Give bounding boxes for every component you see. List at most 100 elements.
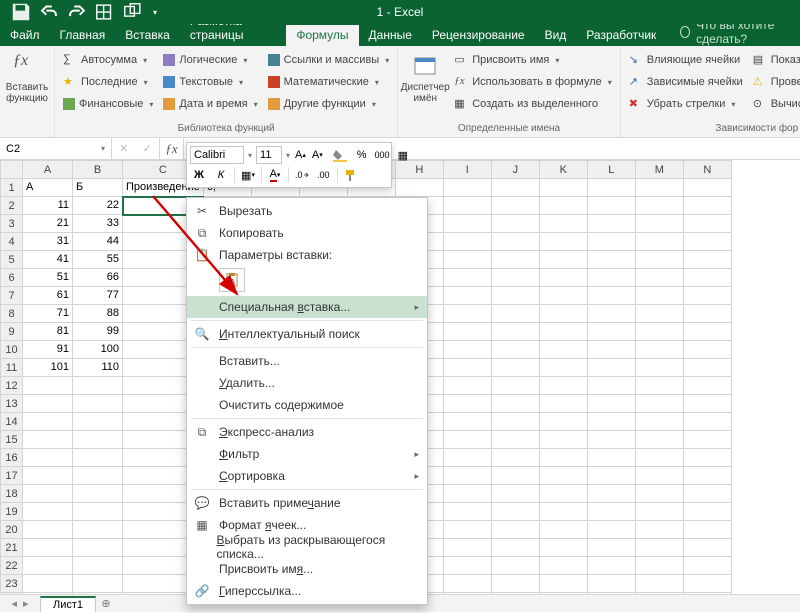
cell[interactable] <box>683 395 731 413</box>
cell[interactable] <box>23 485 73 503</box>
cell[interactable] <box>635 269 683 287</box>
use-in-formula-button[interactable]: ƒxИспользовать в формуле <box>450 72 616 92</box>
col-header[interactable]: M <box>635 161 683 179</box>
cell[interactable]: 81 <box>23 323 73 341</box>
cell[interactable]: 101 <box>23 359 73 377</box>
cell[interactable] <box>683 251 731 269</box>
trace-dependents-button[interactable]: ↗Зависимые ячейки <box>625 72 747 92</box>
math-button[interactable]: Математические <box>264 72 394 92</box>
cell[interactable] <box>683 413 731 431</box>
cell[interactable] <box>443 467 491 485</box>
col-header[interactable]: N <box>683 161 731 179</box>
date-time-button[interactable]: Дата и время <box>159 94 261 114</box>
row-header[interactable]: 10 <box>1 341 23 359</box>
row-header[interactable]: 5 <box>1 251 23 269</box>
cell[interactable] <box>491 287 539 305</box>
percent-icon[interactable]: % <box>356 146 368 164</box>
cell[interactable] <box>635 287 683 305</box>
cell[interactable] <box>635 323 683 341</box>
menu-paste-special[interactable]: Специальная вставка... <box>187 296 427 318</box>
financial-button[interactable]: Финансовые <box>59 94 157 114</box>
decrease-font-icon[interactable]: A▾ <box>311 146 324 164</box>
menu-copy[interactable]: ⧉Копировать <box>187 222 427 244</box>
col-header[interactable]: L <box>587 161 635 179</box>
tab-home[interactable]: Главная <box>50 25 116 46</box>
cell[interactable] <box>683 323 731 341</box>
cell[interactable]: 66 <box>73 269 123 287</box>
cell[interactable] <box>635 413 683 431</box>
row-header[interactable]: 4 <box>1 233 23 251</box>
name-manager-button[interactable]: Диспетчер имён <box>402 48 448 121</box>
cell[interactable] <box>73 557 123 575</box>
borders-icon[interactable]: ▦▾ <box>239 166 257 184</box>
col-header[interactable]: I <box>443 161 491 179</box>
cell[interactable] <box>443 323 491 341</box>
cell[interactable] <box>587 395 635 413</box>
cell[interactable] <box>491 485 539 503</box>
row-header[interactable]: 13 <box>1 395 23 413</box>
cell[interactable] <box>539 449 587 467</box>
cell[interactable] <box>683 287 731 305</box>
row-header[interactable]: 7 <box>1 287 23 305</box>
evaluate-formula-button[interactable]: ⊙Вычислить форму <box>749 94 800 114</box>
undo-icon[interactable] <box>36 1 62 23</box>
row-header[interactable]: 20 <box>1 521 23 539</box>
cell[interactable] <box>491 377 539 395</box>
paste-default-button[interactable]: A <box>219 268 245 292</box>
cell[interactable] <box>587 431 635 449</box>
cell[interactable] <box>683 215 731 233</box>
row-header[interactable]: 8 <box>1 305 23 323</box>
save-icon[interactable] <box>8 1 34 23</box>
row-header[interactable]: 3 <box>1 215 23 233</box>
cell[interactable] <box>539 269 587 287</box>
recent-button[interactable]: ★Последние <box>59 72 157 92</box>
add-sheet-button[interactable]: ⊕ <box>96 595 116 613</box>
cell[interactable] <box>491 575 539 593</box>
menu-smart-lookup[interactable]: 🔍Интеллектуальный поиск <box>187 323 427 345</box>
row-header[interactable]: 22 <box>1 557 23 575</box>
cell[interactable] <box>491 197 539 215</box>
cell[interactable] <box>539 521 587 539</box>
cell[interactable] <box>23 557 73 575</box>
cell[interactable]: 11 <box>23 197 73 215</box>
row-header[interactable]: 2 <box>1 197 23 215</box>
cell[interactable]: 100 <box>73 341 123 359</box>
cell[interactable] <box>683 341 731 359</box>
row-header[interactable]: 11 <box>1 359 23 377</box>
cell[interactable] <box>683 539 731 557</box>
menu-sort[interactable]: Сортировка <box>187 465 427 487</box>
cell[interactable]: 21 <box>23 215 73 233</box>
bold-button[interactable]: Ж <box>190 166 208 184</box>
cell[interactable] <box>539 485 587 503</box>
qat-windows-icon[interactable] <box>120 1 146 23</box>
cell[interactable] <box>491 359 539 377</box>
cell[interactable] <box>539 539 587 557</box>
cell[interactable] <box>443 197 491 215</box>
cell[interactable] <box>491 449 539 467</box>
tab-review[interactable]: Рецензирование <box>422 25 535 46</box>
menu-clear[interactable]: Очистить содержимое <box>187 394 427 416</box>
cell[interactable] <box>23 377 73 395</box>
insert-function-button[interactable]: ƒx Вставить функцию <box>4 48 50 132</box>
trace-precedents-button[interactable]: ↘Влияющие ячейки <box>625 50 747 70</box>
tab-file[interactable]: Файл <box>0 25 50 46</box>
cell[interactable] <box>587 485 635 503</box>
cell[interactable] <box>683 179 731 197</box>
cell[interactable] <box>491 431 539 449</box>
format-painter-icon[interactable] <box>342 166 360 184</box>
cell[interactable] <box>491 305 539 323</box>
cell[interactable]: 51 <box>23 269 73 287</box>
fx-button[interactable]: ƒx <box>160 138 184 159</box>
cell[interactable] <box>443 215 491 233</box>
cell[interactable] <box>539 359 587 377</box>
increase-font-icon[interactable]: A▴ <box>294 146 307 164</box>
menu-insert[interactable]: Вставить... <box>187 350 427 372</box>
cell[interactable] <box>443 251 491 269</box>
sheet-nav[interactable]: ◂▸ <box>0 597 40 610</box>
cell[interactable] <box>539 323 587 341</box>
redo-icon[interactable] <box>64 1 90 23</box>
cell[interactable] <box>491 269 539 287</box>
cell[interactable] <box>73 449 123 467</box>
row-header[interactable]: 21 <box>1 539 23 557</box>
cell[interactable] <box>683 377 731 395</box>
